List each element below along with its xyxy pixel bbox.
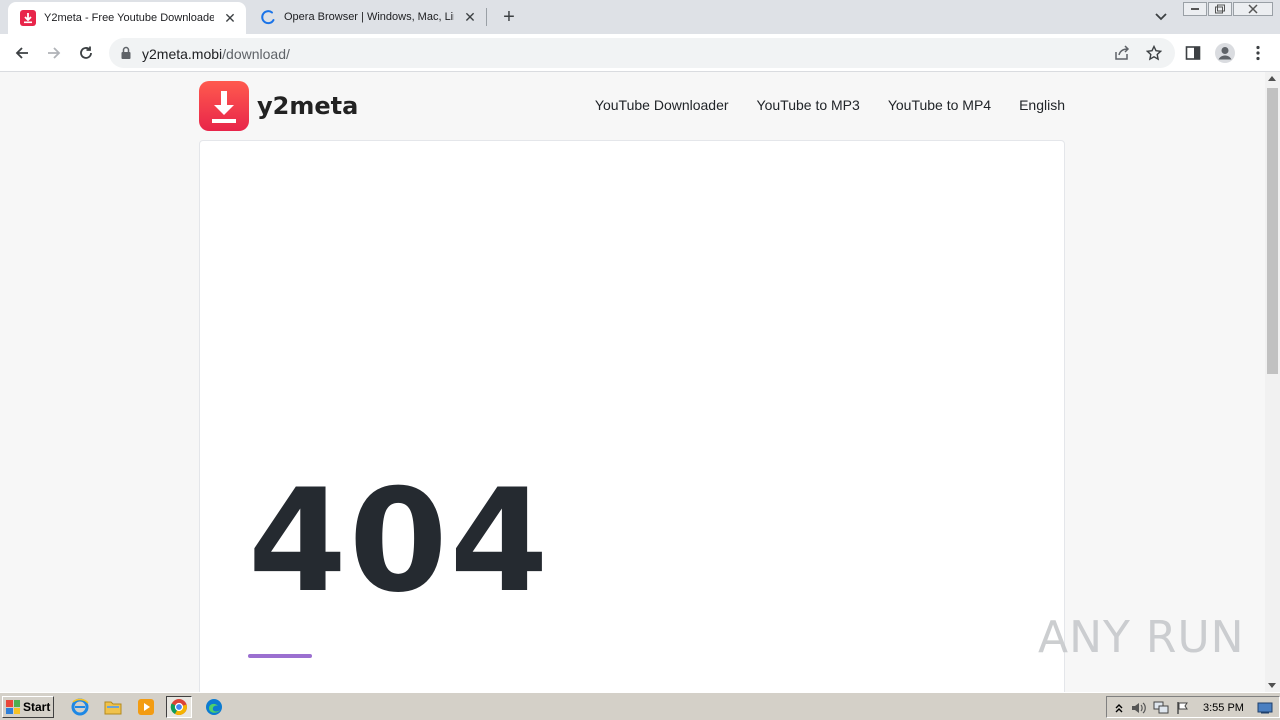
tab-separator [486, 8, 487, 26]
anyrun-watermark: ANY RUN [1038, 612, 1245, 663]
network-icon[interactable] [1153, 700, 1169, 716]
action-center-flag-icon[interactable] [1175, 700, 1191, 716]
file-explorer-icon[interactable] [100, 696, 126, 718]
tab-opera[interactable]: Opera Browser | Windows, Mac, Linux ✕ [248, 0, 486, 34]
nav-youtube-to-mp4[interactable]: YouTube to MP4 [888, 97, 991, 113]
taskbar-clock[interactable]: 3:55 PM [1203, 702, 1244, 714]
error-code: 404 [248, 459, 551, 624]
scroll-thumb[interactable] [1267, 88, 1278, 374]
tab-close-icon[interactable]: ✕ [222, 10, 238, 26]
browser-toolbar: y2meta.mobi/download/ [0, 34, 1280, 72]
vertical-scrollbar[interactable] [1265, 72, 1280, 692]
error-accent-line [248, 654, 312, 658]
scroll-up-icon[interactable] [1268, 76, 1276, 81]
media-player-icon[interactable] [133, 696, 159, 718]
tab-close-icon[interactable]: ✕ [462, 9, 478, 25]
tab-title: Y2meta - Free Youtube Downloader [44, 12, 214, 24]
close-window-icon[interactable] [1233, 2, 1273, 16]
tab-y2meta[interactable]: Y2meta - Free Youtube Downloader ✕ [8, 2, 246, 34]
start-button[interactable]: Start [2, 696, 54, 718]
page-viewport: y2meta YouTube Downloader YouTube to MP3… [0, 72, 1265, 692]
chrome-icon[interactable] [166, 696, 192, 718]
show-desktop-icon[interactable] [1257, 700, 1273, 716]
new-tab-icon[interactable]: + [499, 6, 519, 28]
site-logo-text[interactable]: y2meta [257, 92, 358, 120]
windows-logo-icon [6, 700, 20, 714]
y2meta-favicon-icon [20, 10, 36, 26]
loading-spinner-icon [261, 10, 275, 25]
url-path: /download/ [222, 46, 290, 62]
bookmark-star-icon[interactable] [1146, 45, 1162, 61]
menu-kebab-icon[interactable] [1246, 41, 1270, 65]
nav-youtube-downloader[interactable]: YouTube Downloader [595, 97, 729, 113]
side-panel-icon[interactable] [1181, 41, 1205, 65]
tab-search-icon[interactable] [1151, 8, 1171, 26]
back-icon[interactable] [10, 41, 34, 65]
start-label: Start [23, 700, 51, 714]
scroll-down-icon[interactable] [1268, 683, 1276, 688]
minimize-icon[interactable] [1183, 2, 1207, 16]
address-bar[interactable]: y2meta.mobi/download/ [109, 38, 1175, 68]
restore-icon[interactable] [1208, 2, 1232, 16]
site-header: y2meta YouTube Downloader YouTube to MP3… [199, 80, 1065, 132]
forward-icon[interactable] [42, 41, 66, 65]
tab-title: Opera Browser | Windows, Mac, Linux [284, 11, 454, 23]
taskbar: Start 3:55 PM [0, 692, 1280, 720]
share-icon[interactable] [1114, 45, 1130, 61]
system-tray: 3:55 PM [1106, 696, 1280, 718]
edge-icon[interactable] [201, 696, 227, 718]
url-host: y2meta.mobi [142, 46, 223, 62]
url-text: y2meta.mobi/download/ [142, 46, 290, 62]
y2meta-logo-icon[interactable] [199, 81, 249, 131]
show-hidden-icons-icon[interactable] [1111, 700, 1127, 716]
content-card: 404 [199, 140, 1065, 692]
profile-avatar-icon[interactable] [1213, 41, 1237, 65]
nav-language[interactable]: English [1019, 97, 1065, 113]
internet-explorer-icon[interactable] [67, 696, 93, 718]
lock-icon [121, 46, 131, 59]
tab-strip: Y2meta - Free Youtube Downloader ✕ Opera… [0, 0, 1280, 34]
site-nav: YouTube Downloader YouTube to MP3 YouTub… [595, 97, 1065, 113]
nav-youtube-to-mp3[interactable]: YouTube to MP3 [757, 97, 860, 113]
reload-icon[interactable] [74, 41, 98, 65]
volume-icon[interactable] [1131, 700, 1147, 716]
